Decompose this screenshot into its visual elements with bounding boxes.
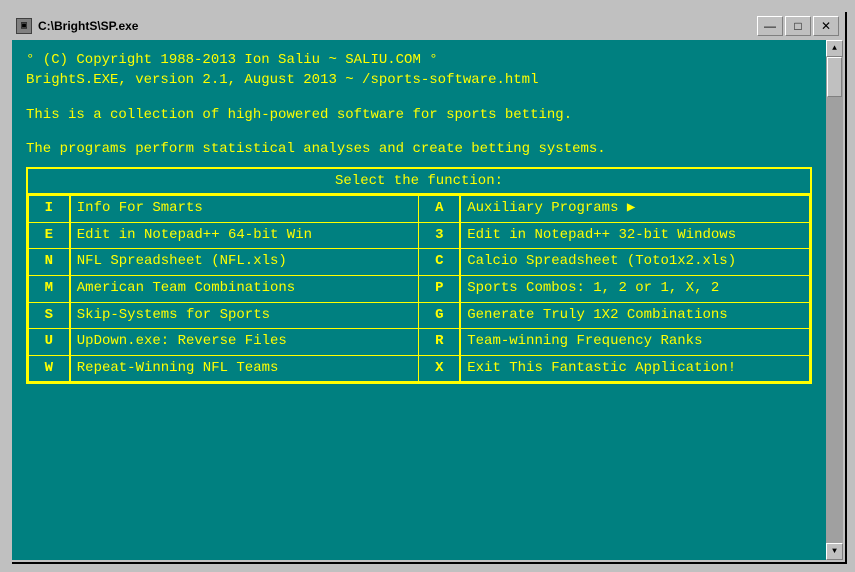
menu-label-right[interactable]: Auxiliary Programs ▶ xyxy=(460,196,809,223)
menu-label-right[interactable]: Sports Combos: 1, 2 or 1, X, 2 xyxy=(460,275,809,302)
line-1: ° (C) Copyright 1988-2013 Ion Saliu ~ SA… xyxy=(26,50,812,70)
menu-row[interactable]: W Repeat-Winning NFL Teams X Exit This F… xyxy=(29,355,810,382)
menu-key-left[interactable]: M xyxy=(29,275,70,302)
title-controls: — □ ✕ xyxy=(757,16,839,36)
menu-label-right[interactable]: Exit This Fantastic Application! xyxy=(460,355,809,382)
menu-key-right[interactable]: C xyxy=(419,249,460,276)
menu-label-right[interactable]: Calcio Spreadsheet (Toto1x2.xls) xyxy=(460,249,809,276)
menu-row[interactable]: E Edit in Notepad++ 64-bit Win 3 Edit in… xyxy=(29,222,810,249)
menu-row[interactable]: U UpDown.exe: Reverse Files R Team-winni… xyxy=(29,329,810,356)
title-bar-left: ▣ C:\BrightS\SP.exe xyxy=(16,18,138,34)
menu-table: I Info For Smarts A Auxiliary Programs ▶… xyxy=(28,195,810,382)
menu-label-left[interactable]: Repeat-Winning NFL Teams xyxy=(70,355,419,382)
window-icon: ▣ xyxy=(16,18,32,34)
menu-key-right[interactable]: P xyxy=(419,275,460,302)
menu-key-left[interactable]: N xyxy=(29,249,70,276)
menu-label-left[interactable]: UpDown.exe: Reverse Files xyxy=(70,329,419,356)
line-2: BrightS.EXE, version 2.1, August 2013 ~ … xyxy=(26,70,812,90)
maximize-button[interactable]: □ xyxy=(785,16,811,36)
menu-key-right[interactable]: A xyxy=(419,196,460,223)
close-button[interactable]: ✕ xyxy=(813,16,839,36)
blank-2 xyxy=(26,125,812,139)
menu-key-left[interactable]: W xyxy=(29,355,70,382)
scroll-down-button[interactable]: ▼ xyxy=(826,543,843,560)
window-title: C:\BrightS\SP.exe xyxy=(38,19,138,33)
menu-row[interactable]: N NFL Spreadsheet (NFL.xls) C Calcio Spr… xyxy=(29,249,810,276)
line-4: This is a collection of high-powered sof… xyxy=(26,105,812,125)
menu-label-left[interactable]: Edit in Notepad++ 64-bit Win xyxy=(70,222,419,249)
blank-1 xyxy=(26,91,812,105)
scroll-track xyxy=(826,57,843,543)
content-area: ° (C) Copyright 1988-2013 Ion Saliu ~ SA… xyxy=(12,40,843,560)
menu-header: Select the function: xyxy=(28,169,810,195)
terminal: ° (C) Copyright 1988-2013 Ion Saliu ~ SA… xyxy=(12,40,826,560)
menu-key-left[interactable]: S xyxy=(29,302,70,329)
menu-row[interactable]: M American Team Combinations P Sports Co… xyxy=(29,275,810,302)
menu-label-left[interactable]: Skip-Systems for Sports xyxy=(70,302,419,329)
scroll-thumb[interactable] xyxy=(827,57,842,97)
menu-row[interactable]: S Skip-Systems for Sports G Generate Tru… xyxy=(29,302,810,329)
menu-label-right[interactable]: Team-winning Frequency Ranks xyxy=(460,329,809,356)
menu-key-right[interactable]: R xyxy=(419,329,460,356)
title-bar: ▣ C:\BrightS\SP.exe — □ ✕ xyxy=(12,12,843,40)
menu-key-right[interactable]: G xyxy=(419,302,460,329)
menu-key-right[interactable]: 3 xyxy=(419,222,460,249)
menu-label-left[interactable]: American Team Combinations xyxy=(70,275,419,302)
minimize-button[interactable]: — xyxy=(757,16,783,36)
menu-label-left[interactable]: Info For Smarts xyxy=(70,196,419,223)
scrollbar: ▲ ▼ xyxy=(826,40,843,560)
scroll-up-button[interactable]: ▲ xyxy=(826,40,843,57)
line-6: The programs perform statistical analyse… xyxy=(26,139,812,159)
menu-label-right[interactable]: Edit in Notepad++ 32-bit Windows xyxy=(460,222,809,249)
menu-key-right[interactable]: X xyxy=(419,355,460,382)
menu-key-left[interactable]: E xyxy=(29,222,70,249)
main-window: ▣ C:\BrightS\SP.exe — □ ✕ ° (C) Copyrigh… xyxy=(10,10,845,562)
menu-key-left[interactable]: U xyxy=(29,329,70,356)
menu-key-left[interactable]: I xyxy=(29,196,70,223)
menu-box: Select the function: I Info For Smarts A… xyxy=(26,167,812,384)
menu-row[interactable]: I Info For Smarts A Auxiliary Programs ▶ xyxy=(29,196,810,223)
menu-label-right[interactable]: Generate Truly 1X2 Combinations xyxy=(460,302,809,329)
menu-label-left[interactable]: NFL Spreadsheet (NFL.xls) xyxy=(70,249,419,276)
